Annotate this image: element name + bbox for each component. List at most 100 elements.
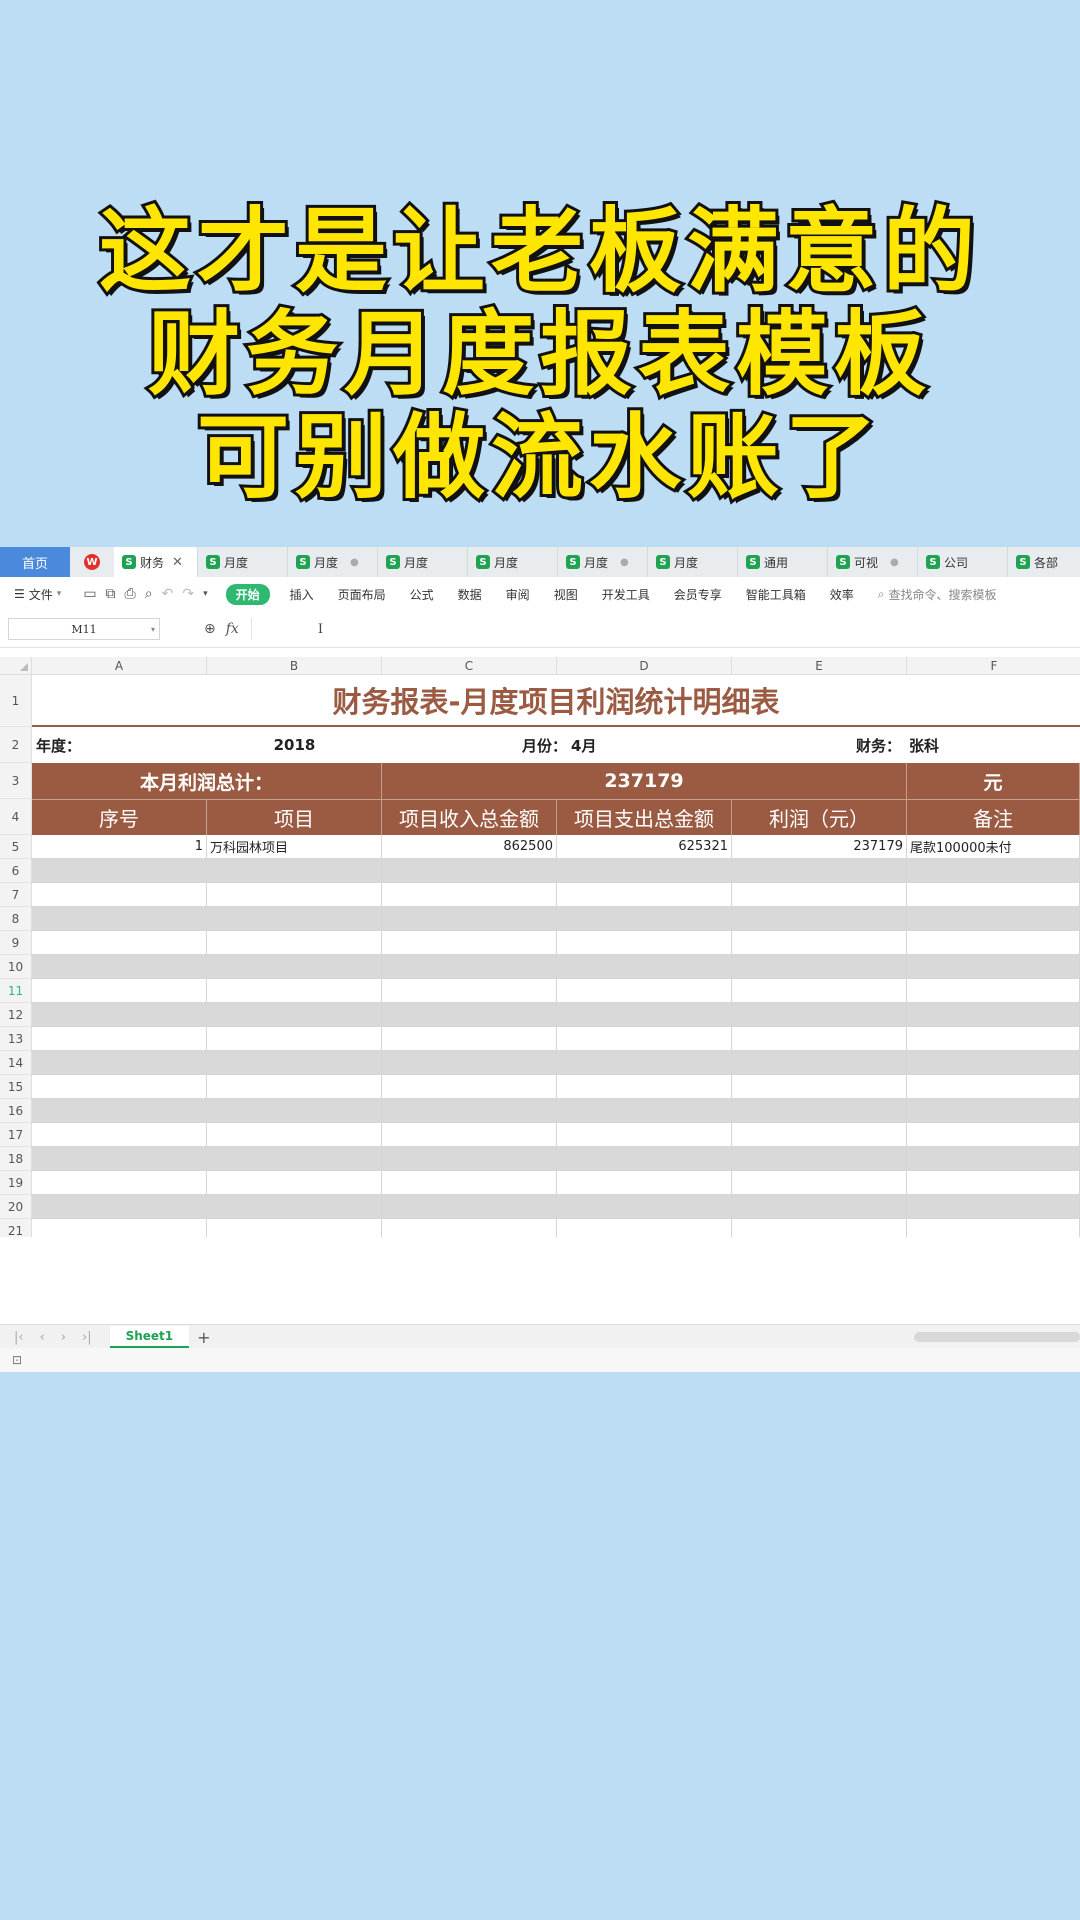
- table-cell[interactable]: [382, 979, 557, 1003]
- print-icon[interactable]: ⎙: [125, 586, 136, 602]
- tab-formula[interactable]: 公式: [398, 586, 446, 603]
- table-cell[interactable]: [207, 979, 382, 1003]
- table-cell[interactable]: [907, 1099, 1080, 1123]
- table-cell[interactable]: [32, 1075, 207, 1099]
- table-cell[interactable]: [732, 1075, 907, 1099]
- table-cell[interactable]: [207, 1219, 382, 1237]
- table-cell[interactable]: [32, 1171, 207, 1195]
- row-number[interactable]: 8: [0, 907, 32, 931]
- row-number[interactable]: 21: [0, 1219, 32, 1237]
- table-cell[interactable]: [32, 1027, 207, 1051]
- table-cell[interactable]: [382, 859, 557, 883]
- column-title[interactable]: 项目支出总金额: [557, 799, 732, 835]
- save-icon[interactable]: ▭: [83, 586, 96, 602]
- sheet-title[interactable]: 财务报表-月度项目利润统计明细表: [32, 675, 1080, 727]
- column-header-c[interactable]: C: [382, 657, 557, 675]
- table-cell[interactable]: [907, 1003, 1080, 1027]
- table-cell[interactable]: [907, 1219, 1080, 1237]
- table-cell[interactable]: [732, 1027, 907, 1051]
- table-cell[interactable]: [557, 1195, 732, 1219]
- table-cell[interactable]: [907, 1051, 1080, 1075]
- table-cell[interactable]: [382, 1123, 557, 1147]
- table-cell[interactable]: [732, 859, 907, 883]
- first-sheet-icon[interactable]: |‹: [14, 1330, 24, 1345]
- table-cell[interactable]: 237179: [732, 835, 907, 859]
- table-cell[interactable]: [207, 1027, 382, 1051]
- tab-document[interactable]: S 通用: [738, 547, 828, 577]
- table-cell[interactable]: [557, 1051, 732, 1075]
- table-cell[interactable]: [732, 1219, 907, 1237]
- app-logo-tab[interactable]: W: [70, 547, 114, 577]
- table-cell[interactable]: [557, 1171, 732, 1195]
- tab-document[interactable]: S 月度 ●: [558, 547, 648, 577]
- tab-document[interactable]: S 月度: [378, 547, 468, 577]
- column-title[interactable]: 项目: [207, 799, 382, 835]
- table-cell[interactable]: 尾款100000未付: [907, 835, 1080, 859]
- row-number[interactable]: 13: [0, 1027, 32, 1051]
- table-cell[interactable]: 万科园林项目: [207, 835, 382, 859]
- table-cell[interactable]: [207, 955, 382, 979]
- redo-icon[interactable]: ↷: [182, 586, 194, 602]
- table-cell[interactable]: [732, 1003, 907, 1027]
- tab-document[interactable]: S 公司: [918, 547, 1008, 577]
- horizontal-scrollbar[interactable]: [914, 1332, 1080, 1342]
- table-cell[interactable]: [32, 1123, 207, 1147]
- table-cell[interactable]: [557, 955, 732, 979]
- table-cell[interactable]: [207, 931, 382, 955]
- table-cell[interactable]: [207, 1051, 382, 1075]
- table-cell[interactable]: [382, 931, 557, 955]
- table-cell[interactable]: [207, 883, 382, 907]
- table-cell[interactable]: [382, 883, 557, 907]
- row-number[interactable]: 20: [0, 1195, 32, 1219]
- prev-sheet-icon[interactable]: ‹: [40, 1330, 45, 1345]
- table-cell[interactable]: [732, 1123, 907, 1147]
- year-value[interactable]: 2018: [207, 727, 382, 763]
- name-box[interactable]: M11 ▾: [8, 618, 160, 640]
- row-number[interactable]: 3: [0, 763, 32, 799]
- table-cell[interactable]: [32, 1003, 207, 1027]
- table-cell[interactable]: [207, 1123, 382, 1147]
- table-cell[interactable]: 625321: [557, 835, 732, 859]
- table-cell[interactable]: [32, 931, 207, 955]
- table-cell[interactable]: [907, 1123, 1080, 1147]
- export-icon[interactable]: ⧉: [106, 586, 116, 602]
- add-sheet-button[interactable]: +: [197, 1328, 210, 1347]
- table-cell[interactable]: [207, 859, 382, 883]
- table-cell[interactable]: [907, 1195, 1080, 1219]
- table-cell[interactable]: 1: [32, 835, 207, 859]
- column-header-b[interactable]: B: [207, 657, 382, 675]
- undo-icon[interactable]: ↶: [162, 586, 174, 602]
- summary-value[interactable]: 237179: [382, 763, 907, 799]
- tab-page-layout[interactable]: 页面布局: [326, 586, 398, 603]
- column-header-a[interactable]: A: [32, 657, 207, 675]
- row-number[interactable]: 15: [0, 1075, 32, 1099]
- table-cell[interactable]: [732, 1051, 907, 1075]
- row-number[interactable]: 18: [0, 1147, 32, 1171]
- table-cell[interactable]: [557, 1219, 732, 1237]
- table-cell[interactable]: [732, 931, 907, 955]
- row-number[interactable]: 9: [0, 931, 32, 955]
- table-cell[interactable]: [907, 859, 1080, 883]
- table-cell[interactable]: [557, 1147, 732, 1171]
- tab-data[interactable]: 数据: [446, 586, 494, 603]
- table-cell[interactable]: [32, 1051, 207, 1075]
- column-title[interactable]: 备注: [907, 799, 1080, 835]
- table-cell[interactable]: [732, 883, 907, 907]
- tab-document[interactable]: S 月度 ●: [288, 547, 378, 577]
- tab-document[interactable]: S 月度: [468, 547, 558, 577]
- table-cell[interactable]: [557, 883, 732, 907]
- table-cell[interactable]: [382, 1051, 557, 1075]
- table-cell[interactable]: [557, 979, 732, 1003]
- tab-start[interactable]: 开始: [225, 583, 270, 605]
- table-cell[interactable]: [557, 931, 732, 955]
- table-cell[interactable]: [32, 979, 207, 1003]
- tab-document[interactable]: S 月度: [648, 547, 738, 577]
- tab-insert[interactable]: 插入: [278, 586, 326, 603]
- tab-member[interactable]: 会员专享: [662, 586, 734, 603]
- finance-label[interactable]: 财务：: [697, 727, 907, 763]
- column-title[interactable]: 序号: [32, 799, 207, 835]
- sheet-tab-sheet1[interactable]: Sheet1: [109, 1326, 190, 1348]
- tab-review[interactable]: 审阅: [494, 586, 542, 603]
- table-cell[interactable]: [32, 1099, 207, 1123]
- table-cell[interactable]: [907, 907, 1080, 931]
